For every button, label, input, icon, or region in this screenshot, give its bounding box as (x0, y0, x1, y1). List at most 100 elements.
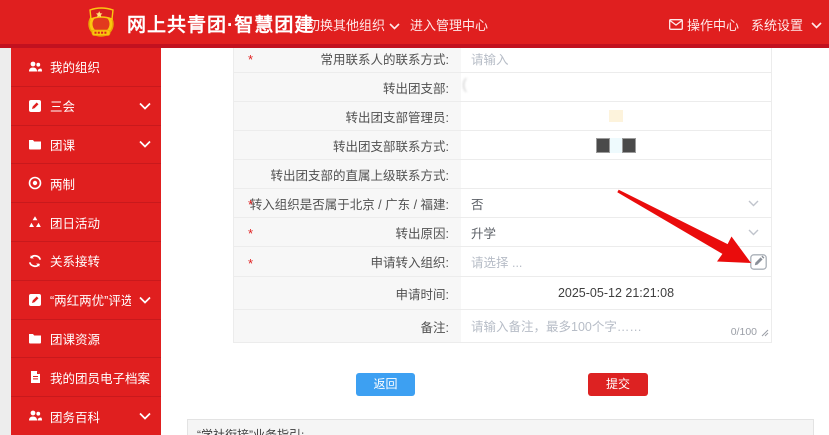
redacted-text: ( (462, 76, 467, 93)
field-label: 转出团支部的直属上级联系方式: (271, 165, 449, 184)
transfer-reason-select[interactable]: 升学 (461, 218, 771, 246)
system-settings-label: 系统设置 (751, 15, 803, 34)
required-marker: * (248, 256, 253, 271)
top-header: 网上共青团·智慧团建 切换其他组织 进入管理中心 操作中心 系统设置 ? 帮助 (0, 0, 829, 48)
business-guide-panel: “学社衔接”业务指引: (187, 419, 814, 435)
folder-icon (28, 331, 42, 345)
sidebar-item-label: 我的组织 (50, 57, 151, 76)
field-label: 转出团支部联系方式: (333, 136, 449, 155)
guide-title: “学社衔接”业务指引: (197, 428, 304, 435)
header-right-menu: 操作中心 系统设置 ? 帮助 (669, 15, 829, 34)
app-window: 网上共青团·智慧团建 切换其他组织 进入管理中心 操作中心 系统设置 ? 帮助 … (0, 0, 829, 435)
transfer-application-form: *常用联系人的联系方式: 请输入 转出团支部: ( 转出团支部管理员: 转出团支… (233, 43, 772, 343)
sidebar-nav: 我的组织 三会 团课 两制 团日活动 关系接转 “两红两优”评选 (11, 48, 161, 435)
pencil-square-icon (28, 99, 42, 113)
chevron-down-icon (811, 17, 822, 32)
recycle-icon (28, 215, 42, 229)
chevron-down-icon (748, 225, 759, 239)
field-label: 转出团支部管理员: (346, 107, 449, 126)
sidebar-item-label: 团课 (50, 135, 131, 154)
form-row-transfer-reason: *转出原因: 升学 (234, 218, 771, 247)
chevron-down-icon (748, 196, 759, 210)
textarea-placeholder: 请输入备注，最多100个字…… (471, 316, 642, 335)
sidebar-item-label: 关系接转 (50, 251, 151, 270)
chevron-down-icon (139, 99, 151, 113)
enter-admin-center-link[interactable]: 进入管理中心 (410, 15, 488, 34)
form-row-target-org: * 申请转入组织: 请选择 ... (234, 247, 771, 277)
field-label: 转入组织是否属于北京 / 广东 / 福建: (250, 194, 449, 213)
superior-contact-value (461, 160, 771, 188)
form-row-apply-time: 申请时间: 2025-05-12 21:21:08 (234, 277, 771, 310)
chevron-down-icon (139, 293, 151, 307)
switch-organization-menu[interactable]: 切换其他组织 (307, 15, 400, 34)
field-label: 申请时间: (396, 284, 449, 303)
resize-handle-icon[interactable] (761, 326, 769, 340)
form-row-region-question: *转入组织是否属于北京 / 广东 / 福建: 否 (234, 189, 771, 218)
sidebar-item-label: 团课资源 (50, 329, 151, 348)
sidebar-item-label: 三会 (50, 96, 131, 115)
edit-icon[interactable] (750, 254, 767, 270)
branch-contact-value (461, 131, 771, 159)
envelope-icon (669, 19, 683, 30)
form-row-branch-contact: 转出团支部联系方式: (234, 131, 771, 160)
sidebar-item-label: 团务百科 (50, 407, 131, 426)
apply-time-value: 2025-05-12 21:21:08 (461, 277, 771, 309)
chevron-down-icon (139, 409, 151, 423)
chevron-down-icon (389, 18, 400, 33)
switch-organization-label: 切换其他组织 (307, 18, 385, 33)
sidebar-item-label: 我的团员电子档案 (50, 368, 151, 387)
region-select[interactable]: 否 (461, 189, 771, 217)
sidebar-item-my-organization[interactable]: 我的组织 (11, 48, 161, 87)
page-title: 网上共青团·智慧团建 (127, 10, 314, 37)
contact-method-input[interactable]: 请输入 (461, 44, 771, 72)
folder-icon (28, 137, 42, 151)
sidebar-item-league-encyclopedia[interactable]: 团务百科 (11, 397, 161, 435)
back-button[interactable]: 返回 (356, 373, 415, 396)
chevron-down-icon (139, 137, 151, 151)
sidebar-item-sanhui[interactable]: 三会 (11, 87, 161, 126)
picker-placeholder: 请选择 ... (471, 252, 522, 271)
field-label: 申请转入组织: (371, 252, 449, 271)
sidebar-item-league-day-activities[interactable]: 团日活动 (11, 203, 161, 242)
required-marker: * (248, 52, 253, 67)
league-emblem-logo (84, 5, 118, 39)
sidebar-item-label: 团日活动 (50, 213, 151, 232)
sidebar-item-tuanke[interactable]: 团课 (11, 126, 161, 165)
form-row-superior-contact: 转出团支部的直属上级联系方式: (234, 160, 771, 189)
action-center-link[interactable]: 操作中心 (669, 15, 739, 34)
redaction-blocks (596, 138, 636, 153)
transfer-out-branch-value: ( (461, 73, 771, 101)
sidebar-item-tuanke-resources[interactable]: 团课资源 (11, 320, 161, 359)
redaction-block (609, 110, 623, 122)
document-icon (28, 370, 42, 384)
sidebar-item-member-e-archive[interactable]: 我的团员电子档案 (11, 358, 161, 397)
enter-admin-center-label: 进入管理中心 (410, 18, 488, 33)
branch-admin-value (461, 102, 771, 130)
users-icon (28, 409, 42, 423)
form-row-remarks: 备注: 请输入备注，最多100个字…… 0/100 (234, 310, 771, 343)
sidebar-item-liangzhi[interactable]: 两制 (11, 164, 161, 203)
target-org-picker[interactable]: 请选择 ... (461, 247, 771, 276)
action-center-label: 操作中心 (687, 15, 739, 34)
remarks-textarea[interactable]: 请输入备注，最多100个字…… 0/100 (461, 310, 771, 342)
system-settings-menu[interactable]: 系统设置 (751, 15, 822, 34)
form-row-branch-admin: 转出团支部管理员: (234, 102, 771, 131)
sidebar-item-label: “两红两优”评选 (50, 290, 131, 309)
field-label: 备注: (421, 317, 449, 336)
select-value: 否 (471, 194, 484, 213)
select-value: 升学 (471, 223, 496, 242)
required-marker: * (248, 226, 253, 241)
sidebar-item-relationship-transfer[interactable]: 关系接转 (11, 242, 161, 281)
refresh-icon (28, 254, 42, 268)
left-gutter (0, 48, 11, 435)
target-icon (28, 176, 42, 190)
submit-button[interactable]: 提交 (588, 373, 648, 396)
char-counter: 0/100 (731, 326, 757, 338)
form-row-transfer-out-branch: 转出团支部: ( (234, 73, 771, 102)
input-placeholder: 请输入 (471, 49, 509, 68)
field-label: 转出团支部: (383, 78, 449, 97)
pencil-square-icon (28, 293, 42, 307)
sidebar-item-lianghong-liangyou[interactable]: “两红两优”评选 (11, 281, 161, 320)
users-icon (28, 60, 42, 74)
form-row-contact-method: *常用联系人的联系方式: 请输入 (234, 44, 771, 73)
